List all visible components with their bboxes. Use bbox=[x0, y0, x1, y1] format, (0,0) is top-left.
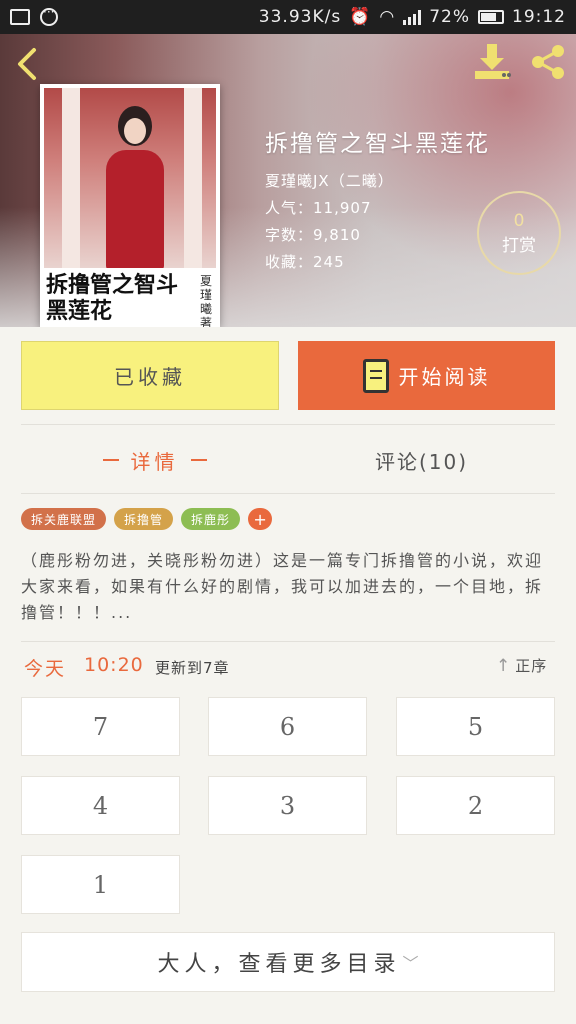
add-tag-button[interactable]: + bbox=[248, 508, 273, 530]
sort-order-button[interactable]: ↑ 正序 bbox=[496, 655, 547, 676]
cover-figure bbox=[100, 106, 170, 270]
book-popularity: 人气：11,907 bbox=[265, 199, 372, 217]
back-arrow-icon bbox=[18, 48, 36, 80]
gallery-icon bbox=[10, 9, 30, 25]
battery-percent: 72% bbox=[429, 7, 470, 27]
chapter-button[interactable]: 6 bbox=[208, 697, 367, 756]
chapter-button[interactable]: 1 bbox=[21, 855, 180, 914]
chapter-button[interactable]: 5 bbox=[396, 697, 555, 756]
status-bar: 33.93K/s ⏰ ◠ 72% 19:12 bbox=[0, 0, 576, 34]
divider bbox=[21, 424, 555, 425]
cover-title: 拆撸管之智斗黑莲花 bbox=[46, 272, 179, 324]
divider bbox=[21, 641, 555, 642]
wifi-icon: ◠ bbox=[379, 7, 396, 27]
back-button[interactable] bbox=[12, 44, 44, 84]
battery-icon bbox=[478, 10, 504, 24]
tab-details-label: 详情 bbox=[130, 449, 179, 474]
share-icon bbox=[532, 45, 564, 79]
tip-label: 打赏 bbox=[502, 235, 536, 256]
clock: 19:12 bbox=[512, 7, 566, 27]
book-cover[interactable]: 拆撸管之智斗黑莲花 夏瑾曦著 bbox=[40, 84, 220, 327]
book-author[interactable]: 夏瑾曦JX（二曦） bbox=[265, 168, 490, 195]
divider bbox=[21, 493, 555, 494]
book-header: 拆撸管之智斗黑莲花 夏瑾曦著 拆撸管之智斗黑莲花 夏瑾曦JX（二曦） 人气：11… bbox=[0, 34, 576, 327]
tag-item[interactable]: 拆鹿彤 bbox=[181, 508, 241, 530]
chevron-down-icon: ﹀ bbox=[402, 954, 419, 973]
cover-author: 夏瑾曦著 bbox=[200, 274, 213, 327]
collected-button[interactable]: 已收藏 bbox=[21, 341, 279, 410]
tag-item[interactable]: 拆关鹿联盟 bbox=[21, 508, 107, 530]
chapter-button[interactable]: 4 bbox=[21, 776, 180, 835]
download-button[interactable] bbox=[472, 42, 514, 82]
sort-label: 正序 bbox=[515, 657, 548, 675]
tip-button[interactable]: 0 打赏 bbox=[477, 191, 561, 275]
book-favorites: 收藏：245 bbox=[265, 253, 345, 271]
more-notifications-icon bbox=[40, 5, 58, 26]
share-button[interactable] bbox=[528, 42, 568, 82]
update-time: 10:20 bbox=[84, 654, 144, 676]
download-icon bbox=[475, 44, 511, 79]
chapter-button[interactable]: 7 bbox=[21, 697, 180, 756]
alarm-icon: ⏰ bbox=[349, 7, 372, 27]
book-title: 拆撸管之智斗黑莲花 bbox=[265, 131, 490, 157]
update-text: 更新到7章 bbox=[155, 659, 230, 677]
tip-count: 0 bbox=[513, 210, 525, 231]
tab-comments[interactable]: 评论(10) bbox=[288, 436, 555, 484]
tag-list: 拆关鹿联盟 拆撸管 拆鹿彤 + bbox=[21, 508, 273, 530]
book-word-count: 字数：9,810 bbox=[265, 226, 361, 244]
signal-icon bbox=[403, 9, 422, 25]
update-day: 今天 bbox=[24, 658, 67, 680]
tag-item[interactable]: 拆撸管 bbox=[114, 508, 174, 530]
book-info: 拆撸管之智斗黑莲花 夏瑾曦JX（二曦） 人气：11,907 字数：9,810 收… bbox=[265, 124, 490, 276]
start-reading-label: 开始阅读 bbox=[398, 365, 491, 389]
chapter-button[interactable]: 2 bbox=[396, 776, 555, 835]
start-reading-button[interactable]: 开始阅读 bbox=[298, 341, 555, 410]
tab-details[interactable]: 详情 bbox=[21, 436, 288, 484]
network-speed: 33.93K/s bbox=[258, 7, 342, 27]
view-more-catalog-button[interactable]: 大人，查看更多目录 ﹀ bbox=[21, 932, 555, 992]
book-icon bbox=[362, 358, 389, 393]
sort-up-arrow-icon: ↑ bbox=[496, 655, 512, 676]
view-more-label: 大人，查看更多目录 bbox=[157, 952, 401, 977]
book-description[interactable]: （鹿彤粉勿进，关晓彤粉勿进）这是一篇专门拆撸管的小说，欢迎大家来看，如果有什么好… bbox=[21, 548, 555, 626]
chapter-button[interactable]: 3 bbox=[208, 776, 367, 835]
